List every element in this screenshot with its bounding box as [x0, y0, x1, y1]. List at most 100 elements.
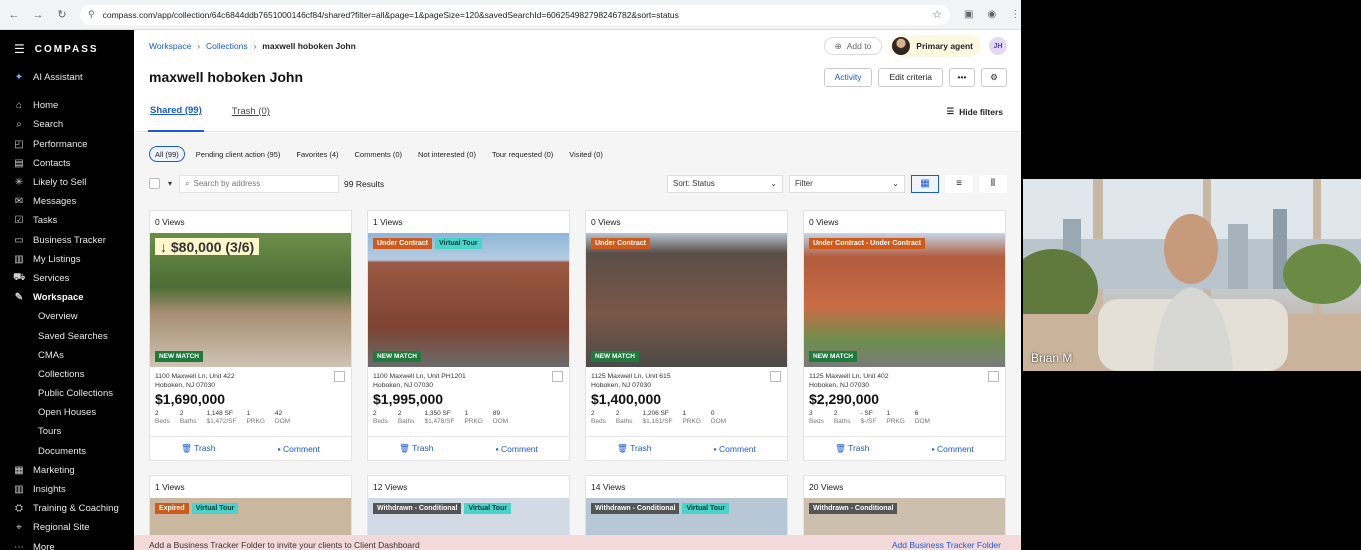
- breadcrumb-collections[interactable]: Collections: [206, 41, 248, 51]
- filter-chip[interactable]: Pending client action (95): [191, 146, 286, 162]
- sidebar-item-home[interactable]: ⌂ Home: [0, 96, 134, 115]
- sidebar-subitem-cmas[interactable]: CMAs: [0, 346, 134, 365]
- listing-photo[interactable]: Withdrawn - Conditional Virtual Tour: [586, 498, 787, 538]
- comment-button[interactable]: ▪ Comment: [278, 444, 320, 454]
- reload-icon[interactable]: ↻: [52, 5, 72, 25]
- address-bar[interactable]: ⚲ compass.com/app/collection/64c6844ddb7…: [80, 4, 950, 25]
- primary-agent-pill[interactable]: Primary agent: [890, 35, 981, 57]
- listing-photo[interactable]: Withdrawn - Conditional: [804, 498, 1005, 538]
- listing-card[interactable]: 20 Views Withdrawn - Conditional: [803, 475, 1006, 539]
- trash-button[interactable]: 🗑 Trash: [835, 443, 869, 454]
- sidebar-item-likely-to-sell[interactable]: ✳ Likely to Sell: [0, 173, 134, 192]
- listing-address[interactable]: 1100 Maxwell Ln, Unit PH1201 Hoboken, NJ …: [368, 367, 569, 390]
- listing-address[interactable]: 1125 Maxwell Ln, Unit 402 Hoboken, NJ 070…: [804, 367, 1005, 390]
- listing-card[interactable]: 0 Views Under Contract - Under Contract NE…: [803, 210, 1006, 461]
- select-listing-checkbox[interactable]: [334, 371, 345, 382]
- sidebar-item-my-listings[interactable]: ▥ My Listings: [0, 250, 134, 269]
- listing-card[interactable]: 1 Views Under Contract Virtual Tour NEW MAT…: [367, 210, 570, 461]
- more-options-icon[interactable]: •••: [949, 67, 975, 87]
- trash-button[interactable]: 🗑 Trash: [181, 443, 215, 454]
- sort-select[interactable]: Sort: Status ⌄: [667, 174, 783, 193]
- sidebar-item-workspace[interactable]: ✎ Workspace: [0, 288, 134, 307]
- video-call-tile: Brian M: [1023, 179, 1361, 371]
- sidebar-item-training-coaching[interactable]: ⛭ Training & Coaching: [0, 499, 134, 518]
- sidebar-item-more[interactable]: ⋯ More: [0, 538, 134, 550]
- trash-button[interactable]: 🗑 Trash: [617, 443, 651, 454]
- listing-card[interactable]: 0 Views Under Contract NEW MATCH 1125 Maxwe…: [585, 210, 788, 461]
- regional-icon: ⌖: [16, 522, 22, 534]
- sidebar-item-business-tracker[interactable]: ▭ Business Tracker: [0, 231, 134, 250]
- sidebar-subitem-public-collections[interactable]: Public Collections: [0, 384, 134, 403]
- search-input[interactable]: [193, 179, 334, 188]
- sidebar-item-services[interactable]: ⛟ Services: [0, 269, 134, 288]
- filter-select[interactable]: Filter ⌄: [789, 174, 905, 193]
- listing-photo[interactable]: Under Contract NEW MATCH: [586, 233, 787, 367]
- chevron-down-icon[interactable]: ▾: [168, 179, 172, 188]
- hide-filters-button[interactable]: ☰ Hide filters: [946, 106, 1003, 117]
- sidebar-item-insights[interactable]: ▥ Insights: [0, 480, 134, 499]
- address-search[interactable]: ⌕: [179, 174, 340, 193]
- sidebar-item-ai-assistant[interactable]: ✦ AI Assistant: [0, 68, 134, 87]
- sidebar-item-tasks[interactable]: ☑ Tasks: [0, 211, 134, 230]
- sidebar-subitem-saved-searches[interactable]: Saved Searches: [0, 326, 134, 345]
- back-icon[interactable]: ←: [4, 5, 24, 25]
- filter-chip[interactable]: All (99): [149, 146, 185, 162]
- forward-icon[interactable]: →: [28, 5, 48, 25]
- sidebar-item-contacts[interactable]: ▤ Contacts: [0, 154, 134, 173]
- compare-view-icon[interactable]: ⫴: [979, 174, 1007, 193]
- filter-chip[interactable]: Favorites (4): [291, 146, 343, 162]
- listing-card[interactable]: 14 Views Withdrawn - Conditional Virtual T…: [585, 475, 788, 539]
- select-listing-checkbox[interactable]: [770, 371, 781, 382]
- sidebar-subitem-collections[interactable]: Collections: [0, 365, 134, 384]
- select-all-checkbox[interactable]: [149, 178, 160, 189]
- tab-search-icon[interactable]: ▣: [964, 9, 973, 20]
- sidebar-item-search[interactable]: ⌕ Search: [0, 115, 134, 134]
- activity-button[interactable]: Activity: [823, 67, 873, 87]
- listing-card[interactable]: 0 Views ↓ $80,000 (3/6) NEW MATCH 1100 Maxw…: [149, 210, 352, 461]
- listing-address[interactable]: 1125 Maxwell Ln, Unit 615 Hoboken, NJ 070…: [586, 367, 787, 390]
- site-info-icon[interactable]: ⚲: [88, 9, 95, 20]
- comment-button[interactable]: ▪ Comment: [932, 444, 974, 454]
- add-to-button[interactable]: ⊕ Add to: [823, 37, 883, 55]
- chrome-menu-icon[interactable]: ⋮: [1010, 9, 1020, 20]
- comment-button[interactable]: ▪ Comment: [714, 444, 756, 454]
- sidebar-subitem-documents[interactable]: Documents: [0, 442, 134, 461]
- profile-icon[interactable]: ◉: [987, 9, 996, 20]
- add-folder-link[interactable]: Add Business Tracker Folder: [892, 540, 1001, 550]
- list-view-icon[interactable]: ≡: [945, 174, 973, 193]
- bookmark-star-icon[interactable]: ☆: [932, 8, 942, 21]
- compass-logo[interactable]: COMPASS: [35, 44, 99, 55]
- comment-button[interactable]: ▪ Comment: [496, 444, 538, 454]
- listing-photo[interactable]: ↓ $80,000 (3/6) NEW MATCH: [150, 233, 351, 367]
- select-listing-checkbox[interactable]: [552, 371, 563, 382]
- sidebar-item-performance[interactable]: ◰ Performance: [0, 135, 134, 154]
- sidebar-item-regional-site[interactable]: ⌖ Regional Site: [0, 518, 134, 537]
- breadcrumb-workspace[interactable]: Workspace: [149, 41, 191, 51]
- listing-photo[interactable]: Withdrawn - Conditional Virtual Tour: [368, 498, 569, 538]
- sidebar-item-messages[interactable]: ✉ Messages: [0, 192, 134, 211]
- listing-photo[interactable]: Expired Virtual Tour: [150, 498, 351, 538]
- status-badge: Under Contract - Under Contract: [809, 238, 926, 249]
- sidebar-subitem-overview[interactable]: Overview: [0, 307, 134, 326]
- filter-chip[interactable]: Visited (0): [564, 146, 608, 162]
- listing-photo[interactable]: Under Contract - Under Contract NEW MATCH: [804, 233, 1005, 367]
- sidebar-item-marketing[interactable]: ▦ Marketing: [0, 461, 134, 480]
- filter-chip[interactable]: Tour requested (0): [487, 146, 558, 162]
- grid-view-icon[interactable]: ▦: [911, 174, 939, 193]
- tab-trash[interactable]: Trash (0): [230, 92, 272, 132]
- sidebar-subitem-open-houses[interactable]: Open Houses: [0, 403, 134, 422]
- select-listing-checkbox[interactable]: [988, 371, 999, 382]
- settings-gear-icon[interactable]: ⚙: [981, 67, 1007, 87]
- hamburger-menu-icon[interactable]: ☰: [14, 42, 25, 56]
- listing-card[interactable]: 1 Views Expired Virtual Tour: [149, 475, 352, 539]
- tab-shared[interactable]: Shared (99): [148, 92, 204, 132]
- listing-photo[interactable]: Under Contract Virtual Tour NEW MATCH: [368, 233, 569, 367]
- sidebar-subitem-tours[interactable]: Tours: [0, 422, 134, 441]
- filter-chip[interactable]: Comments (0): [350, 146, 408, 162]
- trash-button[interactable]: 🗑 Trash: [399, 443, 433, 454]
- filter-chip[interactable]: Not interested (0): [413, 146, 481, 162]
- listing-card[interactable]: 12 Views Withdrawn - Conditional Virtual T…: [367, 475, 570, 539]
- listing-address[interactable]: 1100 Maxwell Ln, Unit 422 Hoboken, NJ 070…: [150, 367, 351, 390]
- user-avatar[interactable]: JH: [989, 37, 1007, 55]
- edit-criteria-button[interactable]: Edit criteria: [878, 67, 943, 87]
